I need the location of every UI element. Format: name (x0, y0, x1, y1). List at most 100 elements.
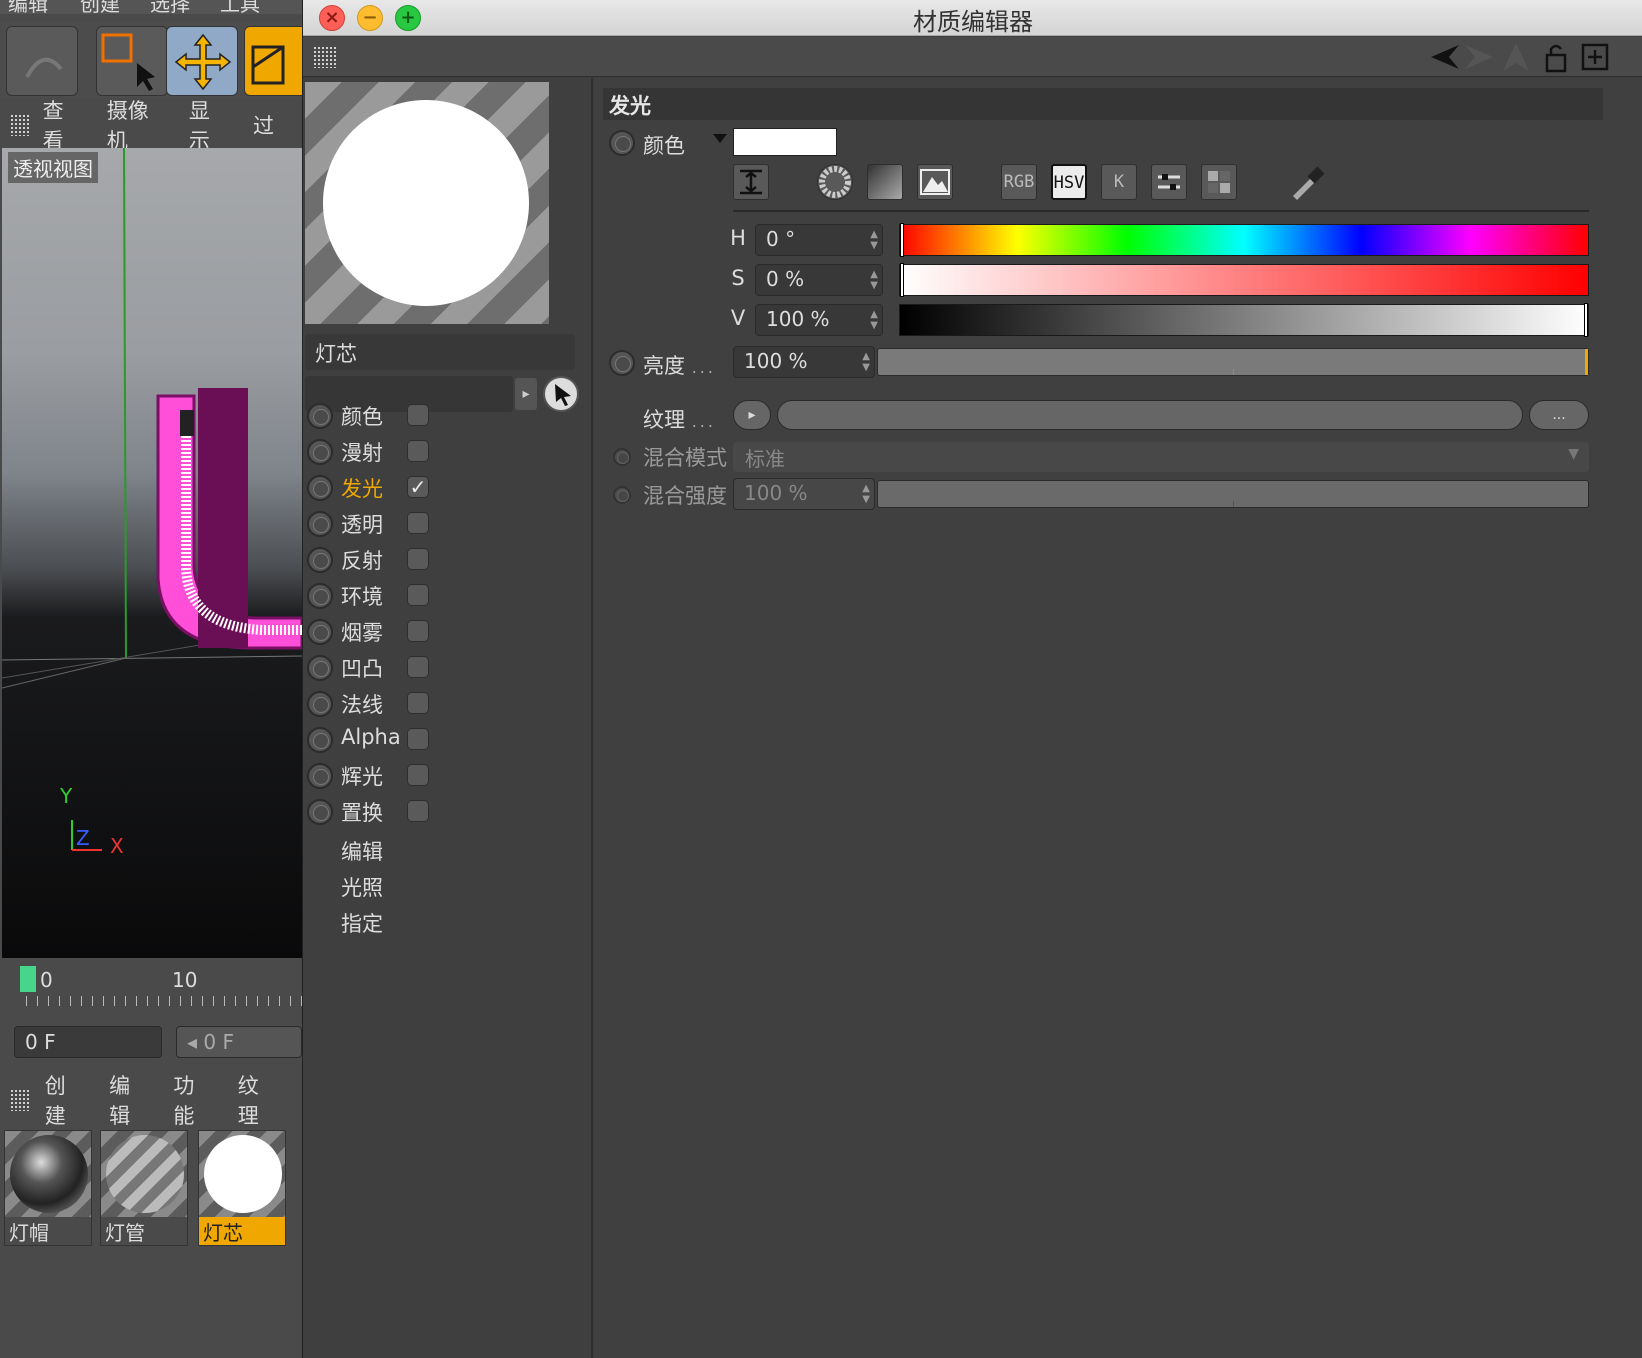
channel-glow[interactable]: 辉光 (307, 758, 587, 794)
channel-checkbox[interactable] (407, 440, 429, 462)
hsv-mode-button[interactable]: HSV (1051, 164, 1087, 200)
color-wheel-icon[interactable] (817, 164, 853, 200)
hue-handle[interactable] (900, 223, 904, 257)
channel-environment[interactable]: 环境 (307, 578, 587, 614)
channel-radio[interactable] (307, 691, 333, 717)
forward-arrow-icon[interactable] (1463, 41, 1497, 73)
move-tool-button[interactable] (166, 26, 238, 96)
channel-radio[interactable] (307, 583, 333, 609)
start-frame-field[interactable]: ◂ 0 F (176, 1026, 302, 1058)
color-dropdown-icon[interactable] (713, 134, 727, 143)
channel-reflection[interactable]: 反射 (307, 542, 587, 578)
channel-radio[interactable] (307, 511, 333, 537)
color-animate-radio[interactable] (609, 130, 635, 156)
rgb-mode-button[interactable]: RGB (1001, 164, 1037, 200)
channel-luminance[interactable]: 发光 ✓ (307, 470, 587, 506)
up-arrow-icon[interactable] (1499, 41, 1533, 73)
channel-radio[interactable] (307, 547, 333, 573)
value-field[interactable]: 100 % ▲ ▼ (755, 304, 883, 336)
saturation-slider[interactable] (899, 263, 1589, 297)
saturation-field[interactable]: 0 % ▲ ▼ (755, 264, 883, 296)
channel-checkbox[interactable] (407, 764, 429, 786)
channel-normal[interactable]: 法线 (307, 686, 587, 722)
channel-checkbox[interactable] (407, 656, 429, 678)
channel-radio[interactable] (307, 799, 333, 825)
channel-fog[interactable]: 烟雾 (307, 614, 587, 650)
channel-radio[interactable] (307, 403, 333, 429)
menu-item[interactable]: 创建 (80, 0, 120, 14)
lock-icon[interactable] (1539, 41, 1573, 73)
material-thumb-core[interactable]: 灯芯 (198, 1130, 286, 1246)
timeline-playhead[interactable] (20, 966, 36, 992)
swatches-icon[interactable] (1201, 164, 1237, 200)
material-name-field[interactable]: 灯芯 (305, 334, 575, 370)
texture-slot[interactable] (777, 400, 1523, 430)
blend-strength-field[interactable]: 100 % ▲ ▼ (733, 478, 875, 510)
image-picker-icon[interactable] (917, 164, 953, 200)
material-thumb-tube[interactable]: 灯管 (100, 1130, 188, 1246)
grip-icon[interactable] (10, 1089, 31, 1111)
brightness-slider[interactable] (877, 348, 1589, 376)
blend-strength-slider[interactable] (877, 480, 1589, 508)
spinner-icon[interactable]: ▲ ▼ (870, 229, 878, 251)
menu-item[interactable]: 工具 (220, 0, 260, 14)
kelvin-mode-button[interactable]: K (1101, 164, 1137, 200)
channel-diffusion[interactable]: 漫射 (307, 434, 587, 470)
channel-alpha[interactable]: Alpha (307, 722, 587, 758)
spinner-icon[interactable]: ▲ ▼ (870, 269, 878, 291)
material-preview[interactable] (305, 82, 549, 324)
material-menu-edit[interactable]: 编辑 (109, 1070, 145, 1130)
texture-more-button[interactable]: ... (1529, 400, 1589, 430)
viewport-menu-view[interactable]: 查看 (43, 95, 79, 155)
channel-checkbox[interactable] (407, 584, 429, 606)
sub-item-edit[interactable]: 编辑 (341, 836, 383, 866)
undo-view-button[interactable] (6, 26, 78, 96)
channel-checkbox-checked[interactable]: ✓ (407, 476, 429, 498)
material-menu-create[interactable]: 创建 (45, 1070, 81, 1130)
value-handle[interactable] (1584, 303, 1588, 337)
menu-item[interactable]: 编辑 (8, 0, 48, 14)
material-thumb-cap[interactable]: 灯帽 (4, 1130, 92, 1246)
spinner-icon[interactable]: ▲ ▼ (862, 351, 870, 373)
channel-transparency[interactable]: 透明 (307, 506, 587, 542)
channel-radio[interactable] (307, 763, 333, 789)
back-arrow-icon[interactable] (1427, 41, 1461, 73)
value-slider[interactable] (899, 303, 1589, 337)
material-menu-function[interactable]: 功能 (173, 1070, 209, 1130)
channel-radio[interactable] (307, 727, 333, 753)
current-frame-field[interactable]: 0 F (14, 1026, 162, 1058)
viewport-menu-camera[interactable]: 摄像机 (107, 95, 161, 155)
mixer-icon[interactable] (1151, 164, 1187, 200)
eyedropper-icon[interactable] (1287, 164, 1327, 200)
hue-field[interactable]: 0 ° ▲ ▼ (755, 224, 883, 256)
channel-checkbox[interactable] (407, 548, 429, 570)
hue-slider[interactable] (899, 223, 1589, 257)
grip-icon[interactable] (10, 114, 31, 136)
new-window-icon[interactable] (1579, 41, 1613, 73)
viewport-menu-display[interactable]: 显示 (189, 95, 225, 155)
channel-displacement[interactable]: 置换 (307, 794, 587, 830)
channel-checkbox[interactable] (407, 800, 429, 822)
channel-checkbox[interactable] (407, 728, 429, 750)
blend-strength-radio[interactable] (613, 486, 631, 504)
scale-tool-button[interactable] (244, 26, 302, 96)
color-picker-popup-icon[interactable] (733, 164, 769, 200)
spinner-icon[interactable]: ▲ ▼ (862, 483, 870, 505)
brightness-field[interactable]: 100 % ▲ ▼ (733, 346, 875, 378)
timeline[interactable]: 0 10 (0, 962, 302, 1008)
channel-radio[interactable] (307, 655, 333, 681)
channel-color[interactable]: 颜色 (307, 398, 587, 434)
blend-mode-select[interactable]: 标准 ▼ (733, 442, 1589, 472)
spinner-icon[interactable]: ▲ ▼ (870, 309, 878, 331)
material-menu-texture[interactable]: 纹理 (238, 1070, 274, 1130)
channel-checkbox[interactable] (407, 692, 429, 714)
texture-play-icon[interactable]: ▸ (733, 400, 771, 430)
live-selection-button[interactable] (96, 26, 168, 96)
spectrum-icon[interactable] (867, 164, 903, 200)
channel-radio[interactable] (307, 439, 333, 465)
channel-radio[interactable] (307, 475, 333, 501)
channel-radio[interactable] (307, 619, 333, 645)
menu-item[interactable]: 选择 (150, 0, 190, 14)
saturation-handle[interactable] (900, 263, 904, 297)
perspective-viewport[interactable]: 透视视图 Y Z X (2, 148, 302, 958)
